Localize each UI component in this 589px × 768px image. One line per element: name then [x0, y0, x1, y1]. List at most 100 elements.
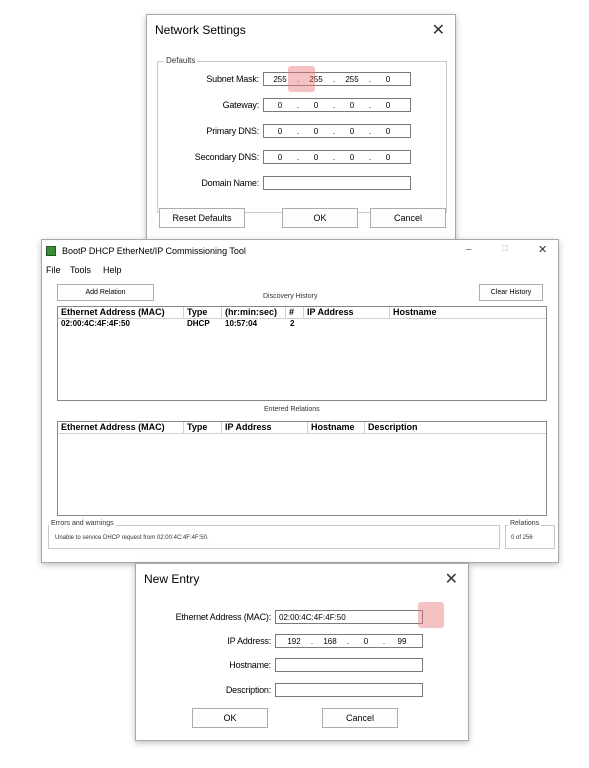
ip-octet: 0 [349, 153, 355, 162]
ip-octet: 0 [277, 127, 283, 136]
menu-help[interactable]: Help [103, 265, 122, 275]
ip-dot: . [346, 637, 350, 646]
description-field[interactable] [275, 683, 423, 697]
row-time: 10:57:04 [225, 319, 258, 328]
subnet-mask-label: Subnet Mask: [206, 74, 259, 84]
ip-octet: 192 [287, 637, 301, 646]
errors-warnings-group: Errors and warnings Unable to service DH… [48, 520, 500, 549]
relations-group: Relations 0 of 256 [505, 520, 555, 549]
column-header[interactable]: IP Address [222, 422, 308, 433]
menu-file[interactable]: File [46, 265, 61, 275]
ip-octet: 255 [345, 75, 359, 84]
app-icon [46, 246, 56, 256]
column-header[interactable]: (hr:min:sec) [222, 307, 286, 318]
errors-warnings-label: Errors and warnings [49, 520, 116, 527]
menu-tools[interactable]: Tools [70, 265, 91, 275]
table-row[interactable]: 02:00:4C:4F:4F:50 DHCP 10:57:04 2 [58, 319, 546, 330]
relations-count: 0 of 256 [511, 535, 533, 541]
ip-dot: . [368, 75, 372, 84]
close-icon[interactable]: ✕ [445, 569, 458, 589]
ip-octet: 0 [385, 153, 391, 162]
row-type: DHCP [187, 319, 210, 328]
ip-octet: 0 [349, 101, 355, 110]
column-header[interactable]: Ethernet Address (MAC) [58, 307, 184, 318]
error-message: Unable to service DHCP request from 02:0… [55, 535, 209, 541]
ip-octet: 255 [273, 75, 287, 84]
ip-octet: 99 [397, 637, 407, 646]
bootp-main-window: BootP DHCP EtherNet/IP Commissioning Too… [41, 239, 559, 563]
ip-octet: 0 [349, 127, 355, 136]
add-relation-button[interactable]: Add Relation [57, 284, 154, 301]
entered-relations-label: Entered Relations [264, 406, 320, 413]
ip-octet: 0 [363, 637, 369, 646]
network-settings-title: Network Settings [155, 23, 246, 37]
network-settings-dialog: Network Settings ✕ Defaults Subnet Mask:… [146, 14, 456, 240]
discovery-history-label: Discovery History [263, 293, 318, 300]
ip-dot: . [332, 127, 336, 136]
ip-dot: . [382, 637, 386, 646]
list-header: Ethernet Address (MAC) Type (hr:min:sec)… [58, 307, 546, 319]
column-header[interactable]: Ethernet Address (MAC) [58, 422, 184, 433]
ok-button[interactable]: OK [282, 208, 358, 228]
ip-octet: 0 [313, 101, 319, 110]
cancel-button[interactable]: Cancel [322, 708, 398, 728]
new-entry-title: New Entry [144, 572, 200, 586]
close-icon[interactable]: ✕ [432, 20, 445, 40]
ip-octet: 0 [385, 127, 391, 136]
hostname-label: Hostname: [229, 660, 271, 670]
column-header[interactable]: Description [365, 422, 485, 433]
discovery-history-list[interactable]: Ethernet Address (MAC) Type (hr:min:sec)… [57, 306, 547, 401]
domain-name-label: Domain Name: [201, 178, 259, 188]
description-label: Description: [225, 685, 271, 695]
network-settings-titlebar[interactable]: Network Settings ✕ [147, 15, 455, 45]
ip-octet: 168 [323, 637, 337, 646]
ip-octet: 0 [313, 127, 319, 136]
hostname-field[interactable] [275, 658, 423, 672]
close-icon[interactable]: ✕ [538, 243, 547, 256]
secondary-dns-label: Secondary DNS: [194, 152, 259, 162]
ip-dot: . [368, 153, 372, 162]
reset-defaults-button[interactable]: Reset Defaults [159, 208, 245, 228]
ip-dot: . [310, 637, 314, 646]
relations-label: Relations [508, 520, 542, 527]
column-header[interactable]: Hostname [308, 422, 365, 433]
row-mac: 02:00:4C:4F:4F:50 [61, 319, 130, 328]
cancel-button[interactable]: Cancel [370, 208, 446, 228]
primary-dns-field[interactable]: 0 . 0 . 0 . 0 [263, 124, 411, 138]
column-header[interactable]: Type [184, 307, 222, 318]
ip-dot: . [368, 101, 372, 110]
defaults-group-title: Defaults [164, 56, 198, 65]
mac-label: Ethernet Address (MAC): [175, 612, 272, 622]
column-header[interactable]: IP Address [304, 307, 390, 318]
column-header[interactable]: # [286, 307, 304, 318]
ip-octet: 0 [385, 101, 391, 110]
ip-dot: . [332, 101, 336, 110]
row-count: 2 [290, 319, 295, 328]
new-entry-dialog: New Entry ✕ Ethernet Address (MAC): 02:0… [135, 563, 469, 741]
clear-history-button[interactable]: Clear History [479, 284, 543, 301]
mac-field[interactable]: 02:00:4C:4F:4F:50 [275, 610, 423, 624]
ok-button[interactable]: OK [192, 708, 268, 728]
ip-octet: 0 [277, 153, 283, 162]
column-header[interactable]: Hostname [390, 307, 490, 318]
secondary-dns-field[interactable]: 0 . 0 . 0 . 0 [263, 150, 411, 164]
subnet-mask-field[interactable]: 255 . 255 . 255 . 0 [263, 72, 411, 86]
minimize-icon[interactable]: – [466, 244, 472, 255]
list-header: Ethernet Address (MAC) Type IP Address H… [58, 422, 546, 434]
entered-relations-list[interactable]: Ethernet Address (MAC) Type IP Address H… [57, 421, 547, 516]
domain-name-field[interactable] [263, 176, 411, 190]
primary-dns-label: Primary DNS: [206, 126, 259, 136]
gateway-field[interactable]: 0 . 0 . 0 . 0 [263, 98, 411, 112]
ip-address-field[interactable]: 192 . 168 . 0 . 99 [275, 634, 423, 648]
gateway-label: Gateway: [222, 100, 260, 110]
maximize-icon[interactable]: □ [502, 243, 508, 254]
ip-octet: 0 [385, 75, 391, 84]
ip-dot: . [368, 127, 372, 136]
mac-value: 02:00:4C:4F:4F:50 [279, 613, 346, 622]
column-header[interactable]: Type [184, 422, 222, 433]
ip-dot: . [296, 101, 300, 110]
ip-dot: . [296, 127, 300, 136]
new-entry-titlebar[interactable]: New Entry ✕ [136, 564, 468, 594]
ip-octet: 0 [277, 101, 283, 110]
ip-dot: . [332, 153, 336, 162]
